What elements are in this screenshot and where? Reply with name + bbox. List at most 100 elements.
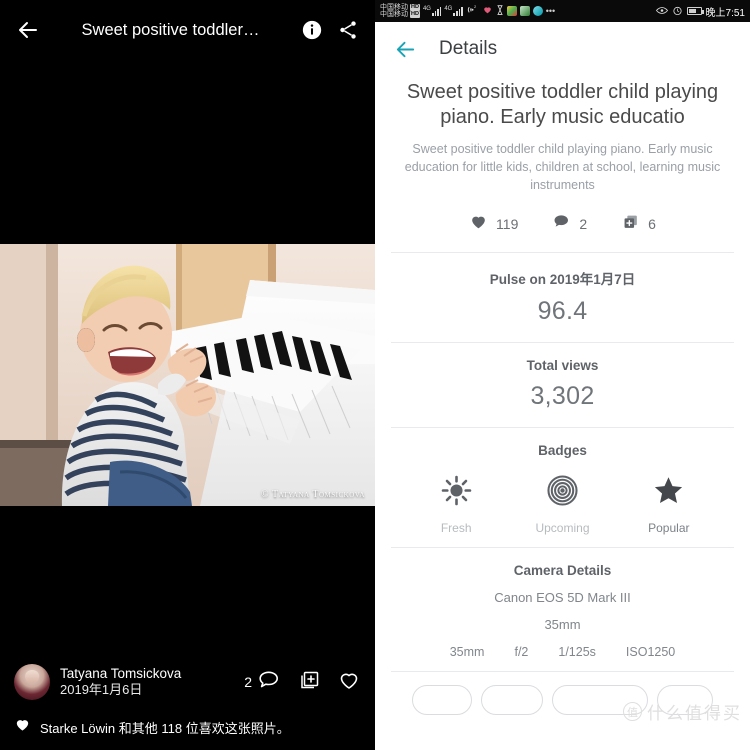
network-type-2: 4G [444, 6, 453, 12]
comment-icon [552, 212, 571, 236]
views-value: 3,302 [530, 381, 595, 410]
collections-count: 6 [648, 215, 656, 232]
likes-count: 119 [496, 215, 519, 232]
likes-row[interactable]: Starke Löwin 和其他 118 位喜欢这张照片。 [0, 710, 375, 750]
app-icon-1 [506, 6, 517, 16]
comment-icon [257, 668, 281, 697]
status-time: 晚上7:51 [705, 7, 745, 19]
carrier-row-2: 中国移动 HD [380, 11, 420, 18]
heart-status-icon [482, 5, 493, 17]
pulse-section: Pulse on 2019年1月7日 96.4 [375, 253, 750, 342]
status-bar-left: 中国移动 HD 中国移动 HD 4G 4G 2 ••• [380, 4, 555, 18]
camera-spec-aperture: f/2 [514, 644, 529, 659]
badges-title: Badges [538, 442, 587, 458]
more-icon: ••• [545, 6, 556, 16]
battery-icon [686, 7, 704, 15]
photo-image[interactable]: © Tatyana Tomsickova [0, 244, 375, 506]
signal-1: 4G [422, 6, 442, 16]
carrier-name-2: 中国移动 [380, 11, 408, 18]
pulse-value: 96.4 [537, 296, 588, 325]
app-icon-2 [519, 6, 530, 16]
views-title: Total views [526, 357, 599, 373]
author-row[interactable]: Tatyana Tomsickova 2019年1月6日 2 [0, 654, 375, 710]
author-meta: Tatyana Tomsickova 2019年1月6日 [60, 665, 234, 699]
signal-2: 4G [444, 6, 463, 16]
svg-text:2: 2 [474, 4, 477, 9]
avatar[interactable] [14, 664, 50, 700]
camera-spec-shutter: 1/125s [558, 644, 596, 659]
like-icon[interactable] [337, 668, 361, 697]
sun-icon [440, 474, 473, 512]
details-title: Sweet positive toddler child playing pia… [406, 81, 719, 129]
status-bar-right: 晚上7:51 [655, 4, 745, 19]
viewer-actions: 2 [244, 668, 361, 697]
signal-bars-icon-1 [431, 6, 442, 16]
eye-icon [655, 6, 668, 17]
author-date: 2019年1月6日 [60, 682, 143, 698]
camera-spec-iso: ISO1250 [625, 644, 676, 659]
target-icon [546, 474, 579, 512]
tag-chip-2[interactable] [481, 684, 543, 715]
heart-filled-icon [14, 716, 31, 738]
network-type-1: 4G [422, 6, 431, 12]
camera-section: Camera Details Canon EOS 5D Mark III 35m… [375, 548, 750, 663]
details-panel: 中国移动 HD 中国移动 HD 4G 4G 2 ••• 晚上7:51 Detai… [375, 0, 750, 750]
star-icon [652, 474, 685, 512]
status-bar: 中国移动 HD 中国移动 HD 4G 4G 2 ••• 晚上7:51 [375, 0, 750, 22]
camera-lens: 35mm [544, 616, 581, 632]
viewer-back-button[interactable] [14, 16, 42, 44]
badge-label-fresh: Fresh [440, 520, 472, 535]
badge-fresh[interactable]: Fresh [416, 474, 496, 535]
author-name: Tatyana Tomsickova [60, 666, 182, 682]
viewer-title: Sweet positive toddler… [81, 20, 260, 39]
badges-list: Fresh Upcoming Popular [375, 458, 750, 541]
hd-badge-2: HD [410, 11, 420, 18]
comment-count: 2 [244, 674, 252, 690]
carrier-name-1: 中国移动 [380, 4, 408, 11]
viewer-topbar: Sweet positive toddler… [0, 0, 375, 60]
comments-count: 2 [579, 215, 588, 232]
stat-likes[interactable]: 119 [469, 212, 518, 236]
hd-badge-1: HD [410, 4, 420, 11]
likes-text: Starke Löwin 和其他 118 位喜欢这张照片。 [40, 720, 290, 736]
stat-collections[interactable]: 6 [621, 212, 656, 236]
photo-viewer-panel: Sweet positive toddler… © Tatyana Tomsic… [0, 0, 375, 750]
badge-label-upcoming: Upcoming [535, 520, 590, 535]
details-scroll-area[interactable]: Sweet positive toddler child playing pia… [375, 76, 750, 750]
pulse-title: Pulse on 2019年1月7日 [489, 271, 636, 287]
signal-bars-icon-2 [453, 6, 463, 16]
collection-icon[interactable] [297, 668, 321, 697]
viewer-bottom-bar: Tatyana Tomsickova 2019年1月6日 2 Starke Lö… [0, 654, 375, 750]
hotspot-icon: 2 [466, 4, 479, 18]
badge-label-popular: Popular [648, 520, 690, 535]
camera-spec-focal: 35mm [449, 644, 485, 659]
badges-section: Badges Fresh Upcoming Popular [375, 428, 750, 547]
camera-title: Camera Details [513, 562, 612, 578]
details-topbar: Details [375, 22, 750, 76]
stat-comments[interactable]: 2 [552, 212, 587, 236]
tag-chip-3[interactable] [552, 684, 648, 715]
alarm-icon [672, 5, 683, 18]
share-icon[interactable] [335, 17, 361, 43]
hourglass-icon [496, 5, 504, 17]
badge-upcoming[interactable]: Upcoming [522, 474, 602, 535]
info-icon[interactable] [299, 17, 325, 43]
app-screen: Sweet positive toddler… © Tatyana Tomsic… [0, 0, 750, 750]
camera-specs: 35mm f/2 1/125s ISO1250 [375, 632, 750, 659]
stats-row: 119 2 6 [375, 195, 750, 252]
details-back-button[interactable] [393, 37, 417, 61]
collection-icon [621, 212, 640, 236]
views-section: Total views 3,302 [375, 343, 750, 427]
details-header-title: Details [439, 38, 498, 59]
photo-watermark: © Tatyana Tomsickova [261, 489, 365, 500]
tag-chip-4[interactable] [657, 684, 713, 715]
carrier-labels: 中国移动 HD 中国移动 HD [380, 4, 420, 18]
comment-button[interactable]: 2 [244, 668, 281, 697]
details-description: Sweet positive toddler child playing pia… [404, 142, 721, 192]
tags-row [375, 672, 750, 715]
camera-model: Canon EOS 5D Mark III [494, 589, 631, 605]
app-icon-3 [532, 6, 543, 16]
heart-icon [469, 212, 488, 236]
tag-chip-1[interactable] [412, 684, 472, 715]
badge-popular[interactable]: Popular [629, 474, 709, 535]
